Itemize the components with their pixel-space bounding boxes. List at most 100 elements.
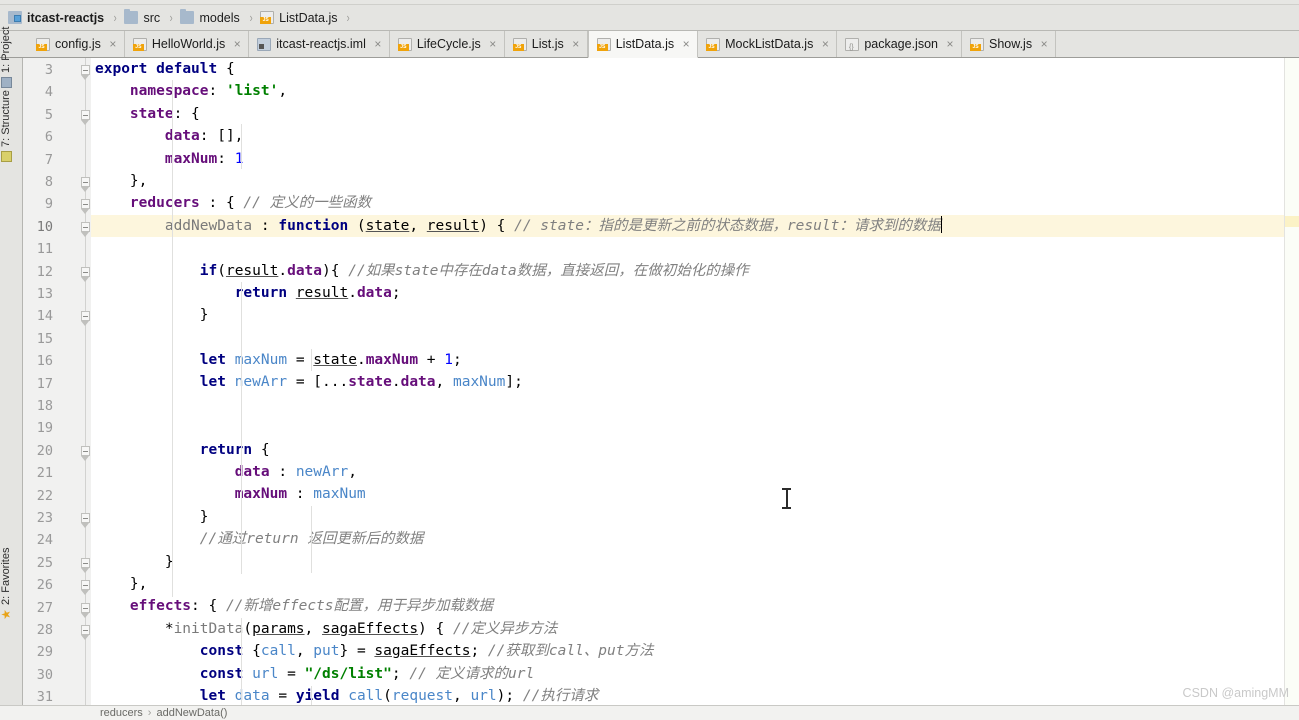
line-number: 30 <box>36 666 53 683</box>
code-text-area[interactable]: export default { namespace: 'list', stat… <box>91 58 1299 705</box>
tool-window-structure[interactable]: 7: Structure <box>0 90 12 162</box>
code-line[interactable]: let data = yield call(request, url); //执… <box>91 685 1299 705</box>
line-number: 20 <box>36 442 53 459</box>
line-number: 13 <box>36 286 53 302</box>
tab-list-js[interactable]: List.js × <box>504 31 588 57</box>
tool-window-favorites[interactable]: ★ 2: Favorites <box>0 548 13 620</box>
code-line[interactable]: } <box>91 551 1299 573</box>
code-line[interactable]: data : newArr, <box>91 461 1299 483</box>
code-line[interactable]: export default { <box>91 58 1299 80</box>
code-line[interactable] <box>91 327 1299 349</box>
code-editor[interactable]: 3 4 5 6 7 8 9 10 11 12 13 14 15 16 17 18 19 20 21 22 23 24 25 2… <box>23 58 1299 705</box>
breadcrumb-item-file[interactable]: ListData.js <box>258 8 339 28</box>
code-line[interactable]: let newArr = [...state.data, maxNum]; <box>91 371 1299 393</box>
code-line[interactable] <box>91 394 1299 416</box>
close-icon[interactable]: × <box>108 38 118 50</box>
tab-package-json[interactable]: package.json × <box>837 31 962 57</box>
code-line[interactable]: maxNum : maxNum <box>91 483 1299 505</box>
fold-arrow-icon <box>81 276 89 282</box>
breadcrumb-item-src[interactable]: src <box>122 8 162 28</box>
code-line[interactable]: state: { <box>91 103 1299 125</box>
tab-listdata-js[interactable]: ListData.js × <box>587 31 699 58</box>
fold-marker-icon[interactable] <box>81 221 90 232</box>
line-number: 3 <box>44 62 53 78</box>
close-icon[interactable]: × <box>945 38 955 50</box>
close-icon[interactable]: × <box>571 38 581 50</box>
tool-window-project[interactable]: 1: Project <box>0 27 12 88</box>
fold-marker-icon[interactable] <box>81 557 90 568</box>
fold-arrow-icon <box>81 321 89 327</box>
close-icon[interactable]: × <box>488 38 498 50</box>
code-line[interactable] <box>91 237 1299 259</box>
line-number: 9 <box>44 196 53 213</box>
code-line[interactable]: return { <box>91 439 1299 461</box>
code-line[interactable]: }, <box>91 573 1299 595</box>
fold-arrow-icon <box>81 119 89 125</box>
fold-marker-icon[interactable] <box>81 513 90 523</box>
fold-marker-icon[interactable] <box>81 199 90 210</box>
close-icon[interactable]: × <box>820 38 830 50</box>
tab-show-js[interactable]: Show.js × <box>962 31 1057 57</box>
tab-itcast-reactjs-iml[interactable]: itcast-reactjs.iml × <box>249 31 390 57</box>
breadcrumb-separator: › <box>169 10 173 25</box>
code-line[interactable]: if(result.data){ //如果state中存在data数据，直接返回… <box>91 260 1299 282</box>
fold-arrow-icon <box>81 75 89 80</box>
close-icon[interactable]: × <box>232 38 242 50</box>
line-number: 19 <box>36 420 53 437</box>
editor-gutter[interactable]: 3 4 5 6 7 8 9 10 11 12 13 14 15 16 17 18 19 20 21 22 23 24 25 2… <box>23 58 91 705</box>
code-line[interactable]: namespace: 'list', <box>91 80 1299 102</box>
structure-icon <box>0 151 12 162</box>
code-line[interactable]: const url = "/ds/list"; // 定义请求的url <box>91 663 1299 685</box>
code-line[interactable]: const {call, put} = sagaEffects; //获取到ca… <box>91 640 1299 662</box>
fold-marker-icon[interactable] <box>81 311 90 322</box>
status-breadcrumb-function[interactable]: addNewData() <box>156 707 227 719</box>
fold-marker-icon[interactable] <box>81 445 90 456</box>
code-line[interactable]: }, <box>91 170 1299 192</box>
breadcrumb-separator: › <box>347 10 351 25</box>
code-line[interactable]: data: [], <box>91 125 1299 147</box>
code-line[interactable]: addNewData : function (state, result) { … <box>91 214 1299 238</box>
code-line[interactable]: } <box>91 506 1299 528</box>
line-number: 10 <box>36 218 53 235</box>
tab-label: Show.js <box>989 37 1033 51</box>
line-number: 22 <box>36 487 53 504</box>
fold-marker-icon[interactable] <box>81 65 90 75</box>
code-line[interactable]: } <box>91 304 1299 326</box>
tab-lifecycle-js[interactable]: LifeCycle.js × <box>389 31 505 57</box>
close-icon[interactable]: × <box>1039 38 1049 50</box>
editor-marker-bar[interactable] <box>1284 58 1299 705</box>
breadcrumb-item-project[interactable]: itcast-reactjs <box>6 8 106 28</box>
status-breadcrumb-reducers[interactable]: reducers <box>100 707 143 719</box>
fold-marker-icon[interactable] <box>81 602 90 613</box>
code-line[interactable]: let maxNum = state.maxNum + 1; <box>91 349 1299 371</box>
fold-marker-icon[interactable] <box>81 580 90 591</box>
fold-marker-icon[interactable] <box>81 625 90 635</box>
line-number: 29 <box>36 644 53 661</box>
fold-marker-icon[interactable] <box>81 109 90 120</box>
code-line[interactable]: reducers : { // 定义的一些函数 <box>91 192 1299 214</box>
line-number: 25 <box>36 554 53 571</box>
js-file-icon <box>132 37 147 51</box>
line-number: 18 <box>36 398 53 414</box>
code-lines[interactable]: export default { namespace: 'list', stat… <box>91 58 1299 705</box>
code-line[interactable]: *initData(params, sagaEffects) { //定义异步方… <box>91 618 1299 640</box>
line-number: 21 <box>36 465 53 482</box>
ide-body: 1: Project 7: Structure ★ 2: Favorites 3… <box>0 27 1299 705</box>
tab-mocklistdata-js[interactable]: MockListData.js × <box>698 31 838 57</box>
tab-config-js[interactable]: config.js × <box>28 31 125 57</box>
code-line[interactable]: maxNum: 1 <box>91 148 1299 170</box>
code-line[interactable] <box>91 416 1299 438</box>
line-number: 7 <box>44 151 53 168</box>
tab-helloworld-js[interactable]: HelloWorld.js × <box>124 31 250 57</box>
line-number: 14 <box>36 308 53 325</box>
js-file-icon <box>970 37 984 51</box>
close-icon[interactable]: × <box>373 38 383 50</box>
code-line[interactable]: effects: { //新增effects配置，用于异步加载数据 <box>91 595 1299 617</box>
close-icon[interactable]: × <box>681 38 691 50</box>
fold-marker-icon[interactable] <box>81 266 90 277</box>
fold-marker-icon[interactable] <box>81 177 90 187</box>
code-line[interactable]: //通过return 返回更新后的数据 <box>91 528 1299 550</box>
tab-label: ListData.js <box>615 37 675 51</box>
code-line[interactable]: return result.data; <box>91 282 1299 304</box>
breadcrumb-item-models[interactable]: models <box>178 8 241 28</box>
